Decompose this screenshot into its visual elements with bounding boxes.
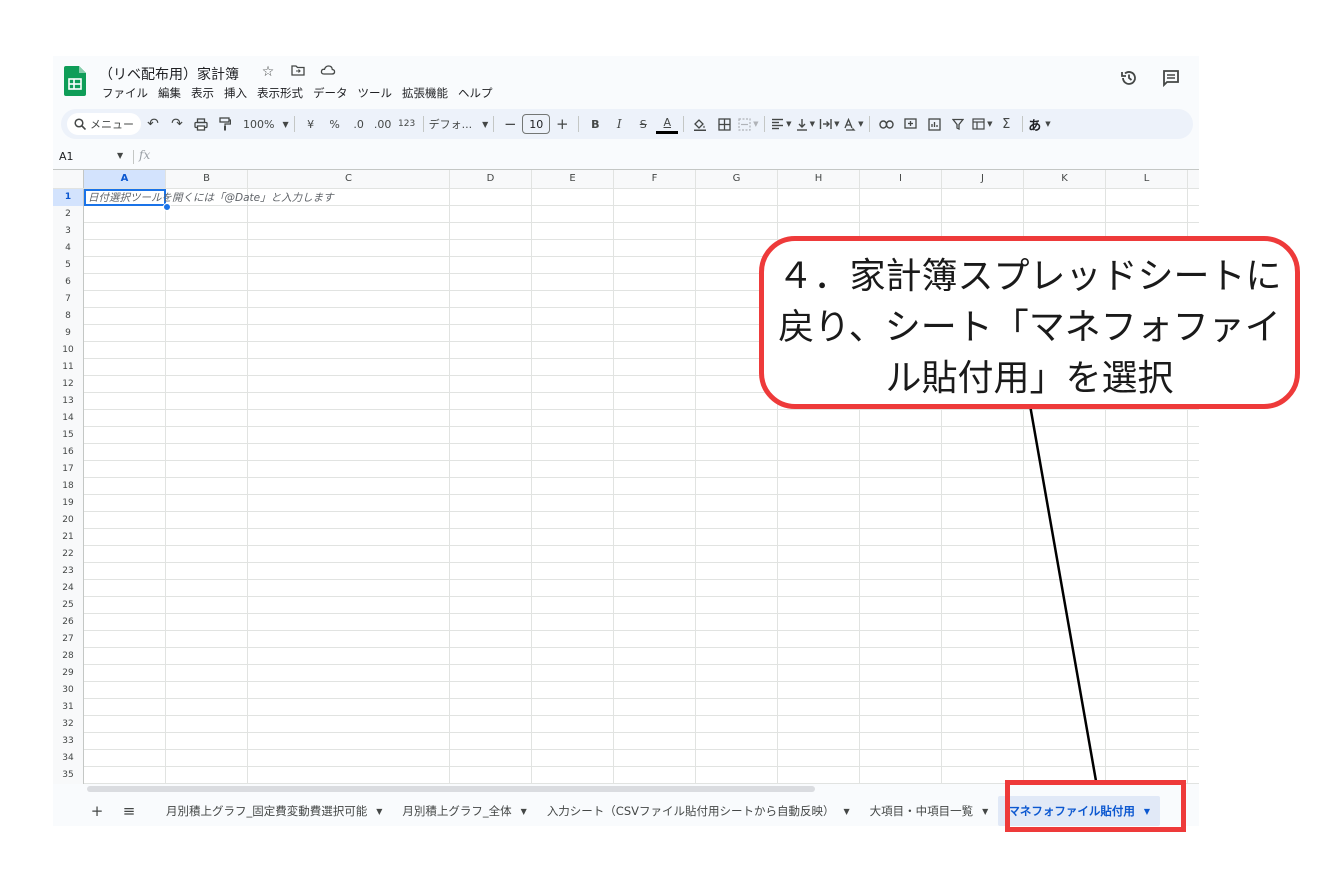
instruction-callout: ４．家計簿スプレッドシートに 戻り、シート「マネフォファイ ル貼付用」を選択 [759,236,1300,409]
highlight-box [1005,780,1186,832]
callout-line: ４．家計簿スプレッドシートに [777,256,1282,297]
callout-line: 戻り、シート「マネフォファイ [778,307,1281,348]
callout-line: ル貼付用」を選択 [885,358,1174,399]
callout-pointer-line [1028,404,1098,782]
